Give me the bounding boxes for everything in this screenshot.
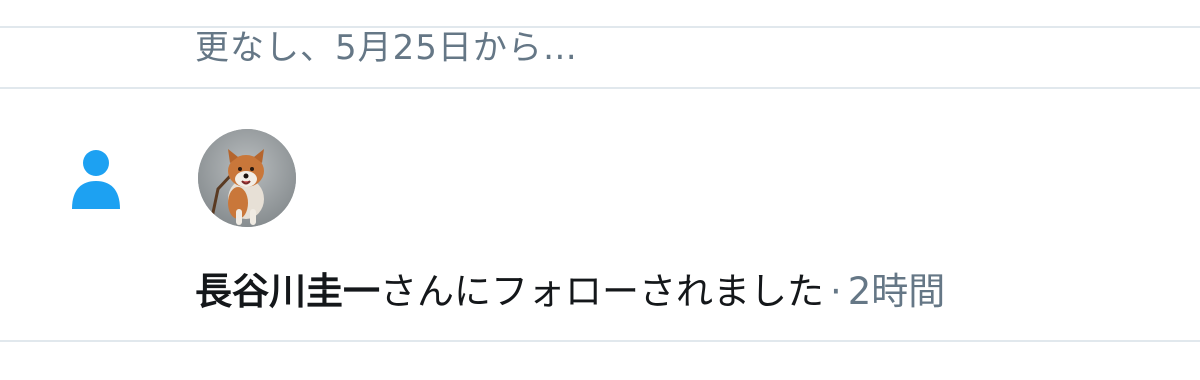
person-icon	[70, 149, 122, 211]
notifications-screen: 更なし、5月25日から… 長谷川圭一さんにフォローされました · 2時間	[0, 0, 1200, 380]
follow-notification[interactable]: 長谷川圭一さんにフォローされました · 2時間	[0, 89, 1200, 340]
shiba-dog-avatar-image	[198, 129, 296, 227]
separator-dot: ·	[830, 270, 842, 313]
bottom-divider	[0, 340, 1200, 342]
previous-tweet-snippet: 更なし、5月25日から…	[195, 28, 578, 68]
notification-time: 2時間	[847, 270, 946, 313]
follower-avatar[interactable]	[198, 129, 296, 227]
follower-name-link[interactable]: 長谷川圭一	[195, 270, 380, 313]
follow-message: 長谷川圭一さんにフォローされました · 2時間	[195, 261, 945, 315]
previous-notification[interactable]: 更なし、5月25日から…	[0, 28, 1200, 86]
follow-action-text: さんにフォローされました	[380, 270, 824, 313]
